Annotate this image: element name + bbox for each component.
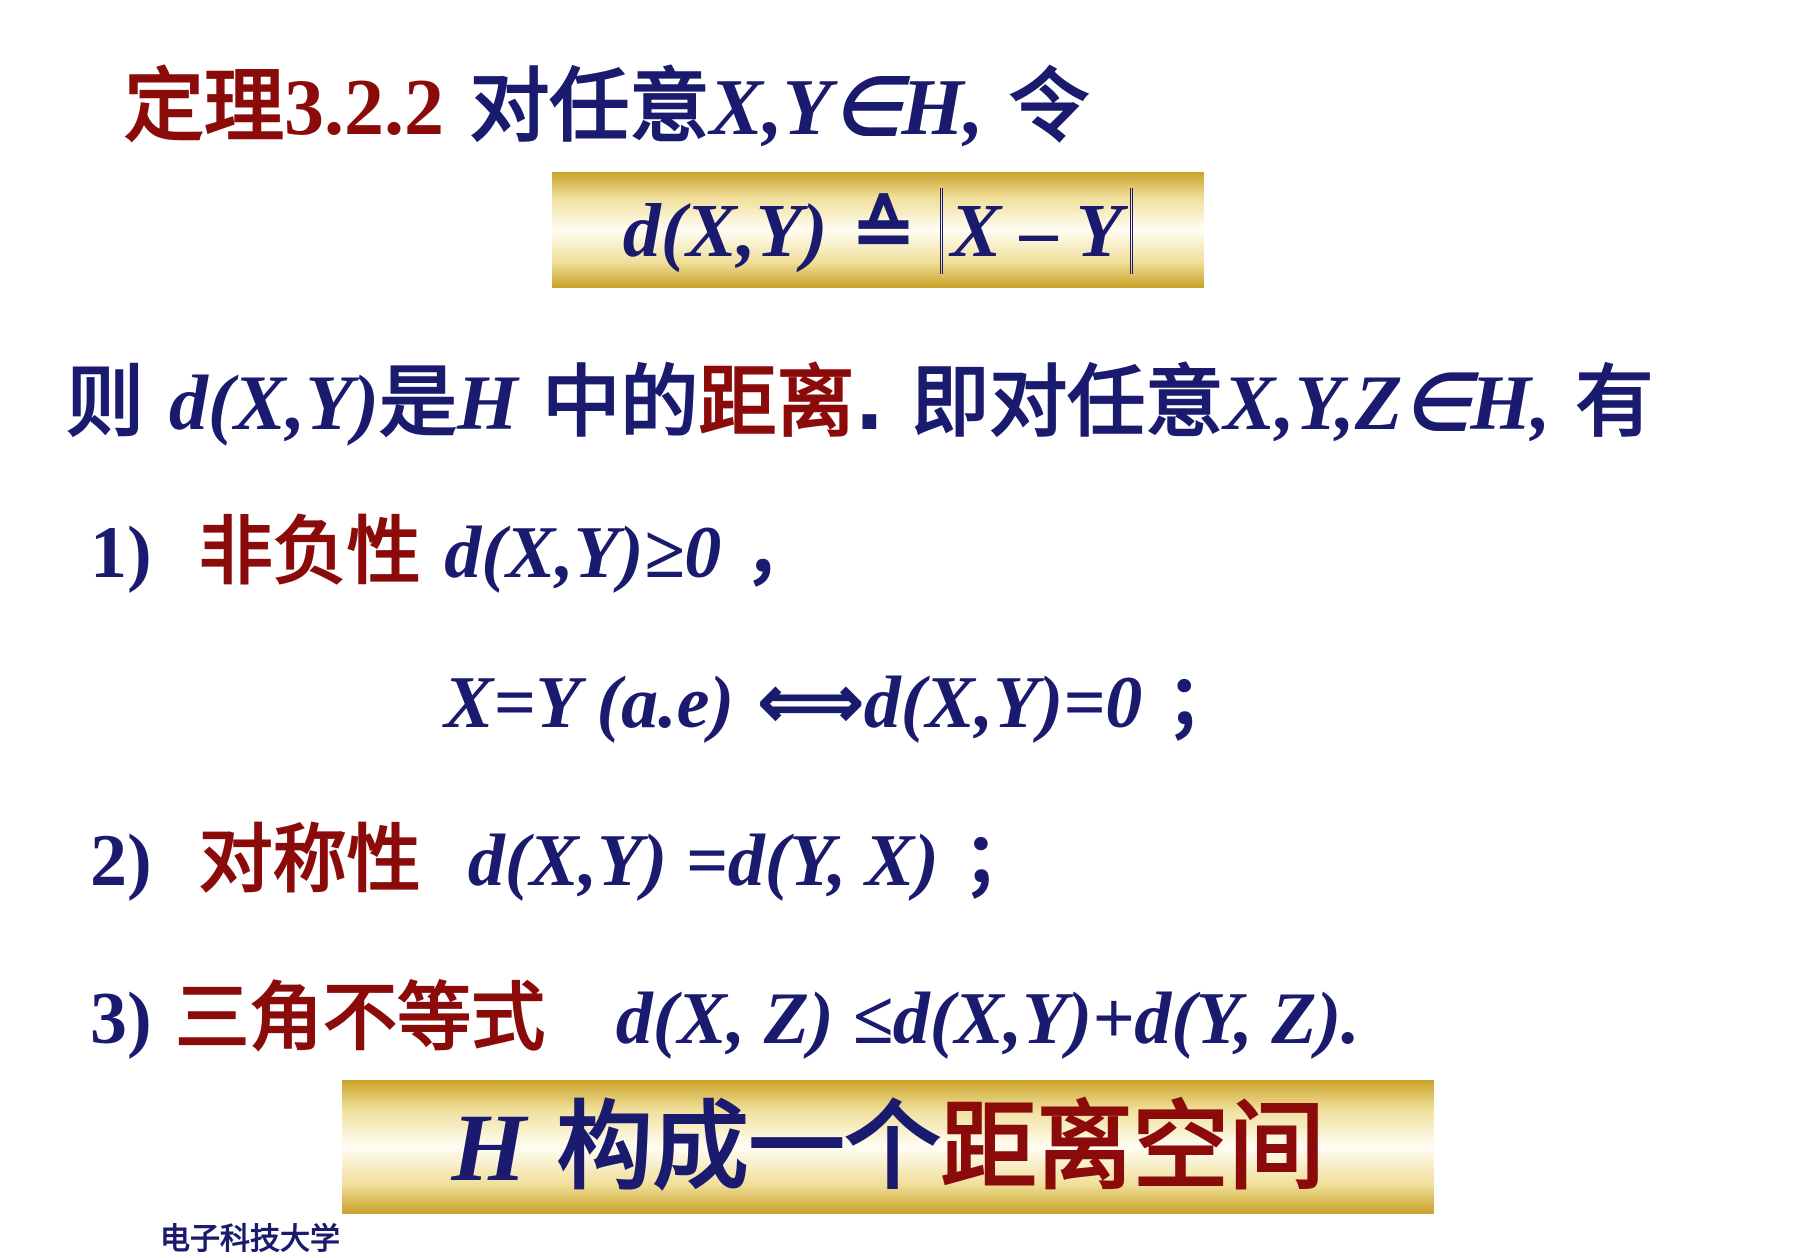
banner-space-h: H	[451, 1094, 527, 1201]
theorem-label: 定理	[124, 60, 284, 153]
property-punct: ，	[744, 509, 819, 595]
theorem-text: 对任意	[469, 60, 710, 153]
statement-text-is: 是	[378, 358, 457, 448]
formula-lhs: d(X,Y)	[622, 189, 828, 273]
conclusion-text: H 构成一个距离空间	[342, 1080, 1434, 1214]
iff-arrow-icon: ⟺	[757, 662, 864, 744]
property-punct: ；	[962, 817, 1037, 903]
footer-university-name: 电子科技大学	[160, 1222, 340, 1257]
statement-text-in: 中的	[542, 358, 699, 448]
property-expression: d(X, Z) ≤d(X,Y)+d(Y, Z).	[615, 978, 1360, 1060]
equivalence-rhs: d(X,Y)=0	[863, 662, 1143, 744]
zero-distance-equivalence: X=Y (a.e) ⟺d(X,Y)=0 ；	[444, 642, 1240, 749]
property-expression: d(X,Y)≥0	[444, 512, 722, 594]
property-expression: d(X,Y) =d(Y, X)	[467, 820, 939, 902]
theorem-number: 3.2.2	[284, 64, 444, 152]
equivalence-lhs: X=Y (a.e)	[444, 662, 735, 744]
theorem-tail: 令	[1009, 60, 1090, 153]
equivalence-punct: ；	[1165, 659, 1240, 745]
theorem-title: 定理3.2.2 对任意X,Y∈H, 令	[124, 42, 1089, 158]
conclusion-banner: H 构成一个距离空间	[342, 1080, 1434, 1214]
statement-vars: X,Y,Z∈H,	[1223, 359, 1551, 446]
statement-text-forall: . 即对任意	[854, 358, 1224, 448]
formula-defeq-symbol: ≙	[851, 189, 916, 273]
property-name: 对称性	[198, 817, 421, 903]
definition-formula-box: d(X,Y) ≙ X – Y	[552, 172, 1204, 288]
statement-text-then: 则	[66, 358, 145, 448]
statement-distance-term: 距离	[698, 358, 855, 448]
banner-text-forms: 构成一个	[556, 1091, 941, 1203]
theorem-vars: X,Y∈H,	[709, 64, 984, 152]
property-number: 2)	[90, 820, 152, 902]
property-symmetry: 2) 对称性 d(X,Y) =d(Y, X) ；	[90, 800, 1036, 907]
statement-dxy: d(X,Y)	[168, 359, 379, 446]
property-number: 3)	[90, 978, 152, 1060]
property-name: 非负性	[198, 509, 421, 595]
statement-text-have: 有	[1575, 358, 1654, 448]
property-triangle-inequality: 3) 三角不等式 d(X, Z) ≤d(X,Y)+d(Y, Z).	[90, 958, 1360, 1065]
formula-norm: X – Y	[939, 188, 1134, 274]
statement-space-h: H	[456, 359, 518, 446]
property-number: 1)	[90, 512, 152, 594]
property-name: 三角不等式	[175, 975, 546, 1061]
definition-formula: d(X,Y) ≙ X – Y	[552, 172, 1204, 288]
property-nonnegativity: 1) 非负性 d(X,Y)≥0 ，	[90, 492, 819, 599]
banner-metric-space: 距离空间	[940, 1091, 1325, 1203]
distance-statement: 则 d(X,Y)是H 中的距离. 即对任意X,Y,Z∈H, 有	[66, 340, 1653, 452]
